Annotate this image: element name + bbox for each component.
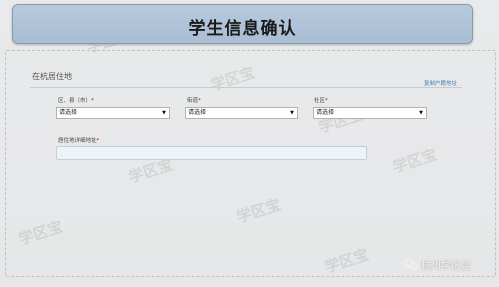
section-divider	[30, 87, 462, 88]
district-select[interactable]: 请选择 ▼	[56, 107, 170, 119]
required-mark: *	[325, 98, 328, 104]
copy-household-address-link[interactable]: 复制户籍地址	[424, 79, 457, 87]
required-mark: *	[96, 138, 100, 144]
required-mark: *	[91, 98, 94, 104]
street-label: 街道*	[187, 96, 201, 104]
brand-watermark: 杭州学区宝	[403, 257, 471, 272]
address-label: 居住地详细地址*	[58, 136, 99, 144]
page-header: 学生信息确认	[12, 4, 473, 44]
address-label-text: 居住地详细地址	[58, 138, 97, 144]
street-select[interactable]: 请选择 ▼	[185, 107, 298, 119]
dropdown-arrow-icon: ▼	[419, 110, 423, 116]
street-label-text: 街道	[187, 98, 199, 104]
district-label: 区、县（市）*	[58, 96, 94, 104]
district-select-value: 请选择	[59, 109, 78, 116]
community-label: 社区*	[314, 96, 328, 104]
section-title: 在杭居住地	[32, 72, 72, 81]
community-label-text: 社区	[314, 98, 326, 104]
page-title: 学生信息确认	[188, 19, 297, 39]
address-input[interactable]	[56, 146, 367, 160]
community-select-value: 请选择	[316, 109, 335, 116]
community-select[interactable]: 请选择 ▼	[313, 107, 427, 119]
street-select-value: 请选择	[188, 109, 207, 116]
dropdown-arrow-icon: ▼	[290, 110, 294, 116]
district-label-text: 区、县（市）	[58, 98, 92, 104]
wechat-icon	[403, 259, 418, 270]
brand-name: 杭州学区宝	[421, 261, 471, 272]
dropdown-arrow-icon: ▼	[162, 110, 166, 116]
required-mark: *	[198, 98, 201, 104]
page: 学区宝 学区宝 学区宝 学区宝 学区宝 学区宝 学区宝 学区宝 学区宝 学生信息…	[0, 0, 499, 287]
form-panel	[5, 50, 496, 277]
